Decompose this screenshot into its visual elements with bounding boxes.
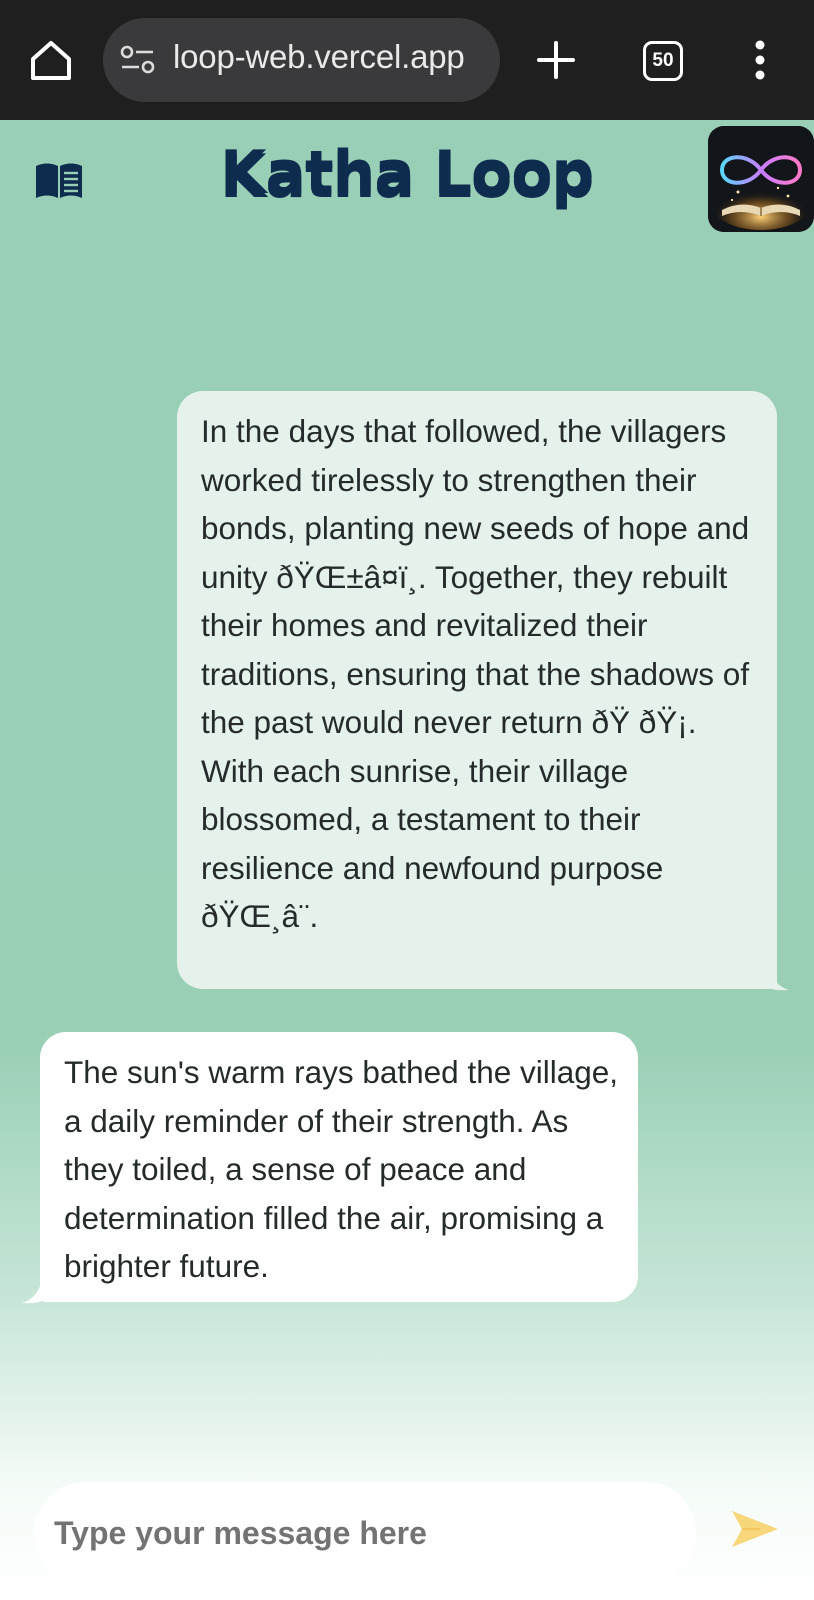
tune-icon[interactable] [119,44,157,76]
more-vert-icon[interactable] [752,40,768,80]
bubble-tail [22,1272,44,1304]
app-title: Katha Loop [220,138,594,208]
infinity-book-logo[interactable] [708,126,814,232]
address-bar[interactable]: loop-web.vercel.app [103,18,500,102]
message-input[interactable] [52,1482,676,1584]
tab-switcher-button[interactable]: 50 [643,41,683,81]
message-input-container [34,1482,696,1584]
user-message-text: In the days that followed, the villagers… [201,413,750,934]
home-icon[interactable] [28,38,74,84]
send-icon[interactable] [730,1507,780,1551]
bot-message-text: The sun's warm rays bathed the village, … [64,1054,619,1284]
chat-app: Katha Loop In the days that followed, th… [0,120,814,1600]
user-message-bubble: In the days that followed, the villagers… [177,391,789,991]
url-text[interactable]: loop-web.vercel.app [173,38,465,76]
bot-message-bubble: The sun's warm rays bathed the village, … [22,1032,638,1304]
plus-icon[interactable] [534,38,578,82]
browser-toolbar: loop-web.vercel.app 50 [0,0,814,120]
book-icon[interactable] [34,160,84,202]
bubble-tail [767,959,789,991]
